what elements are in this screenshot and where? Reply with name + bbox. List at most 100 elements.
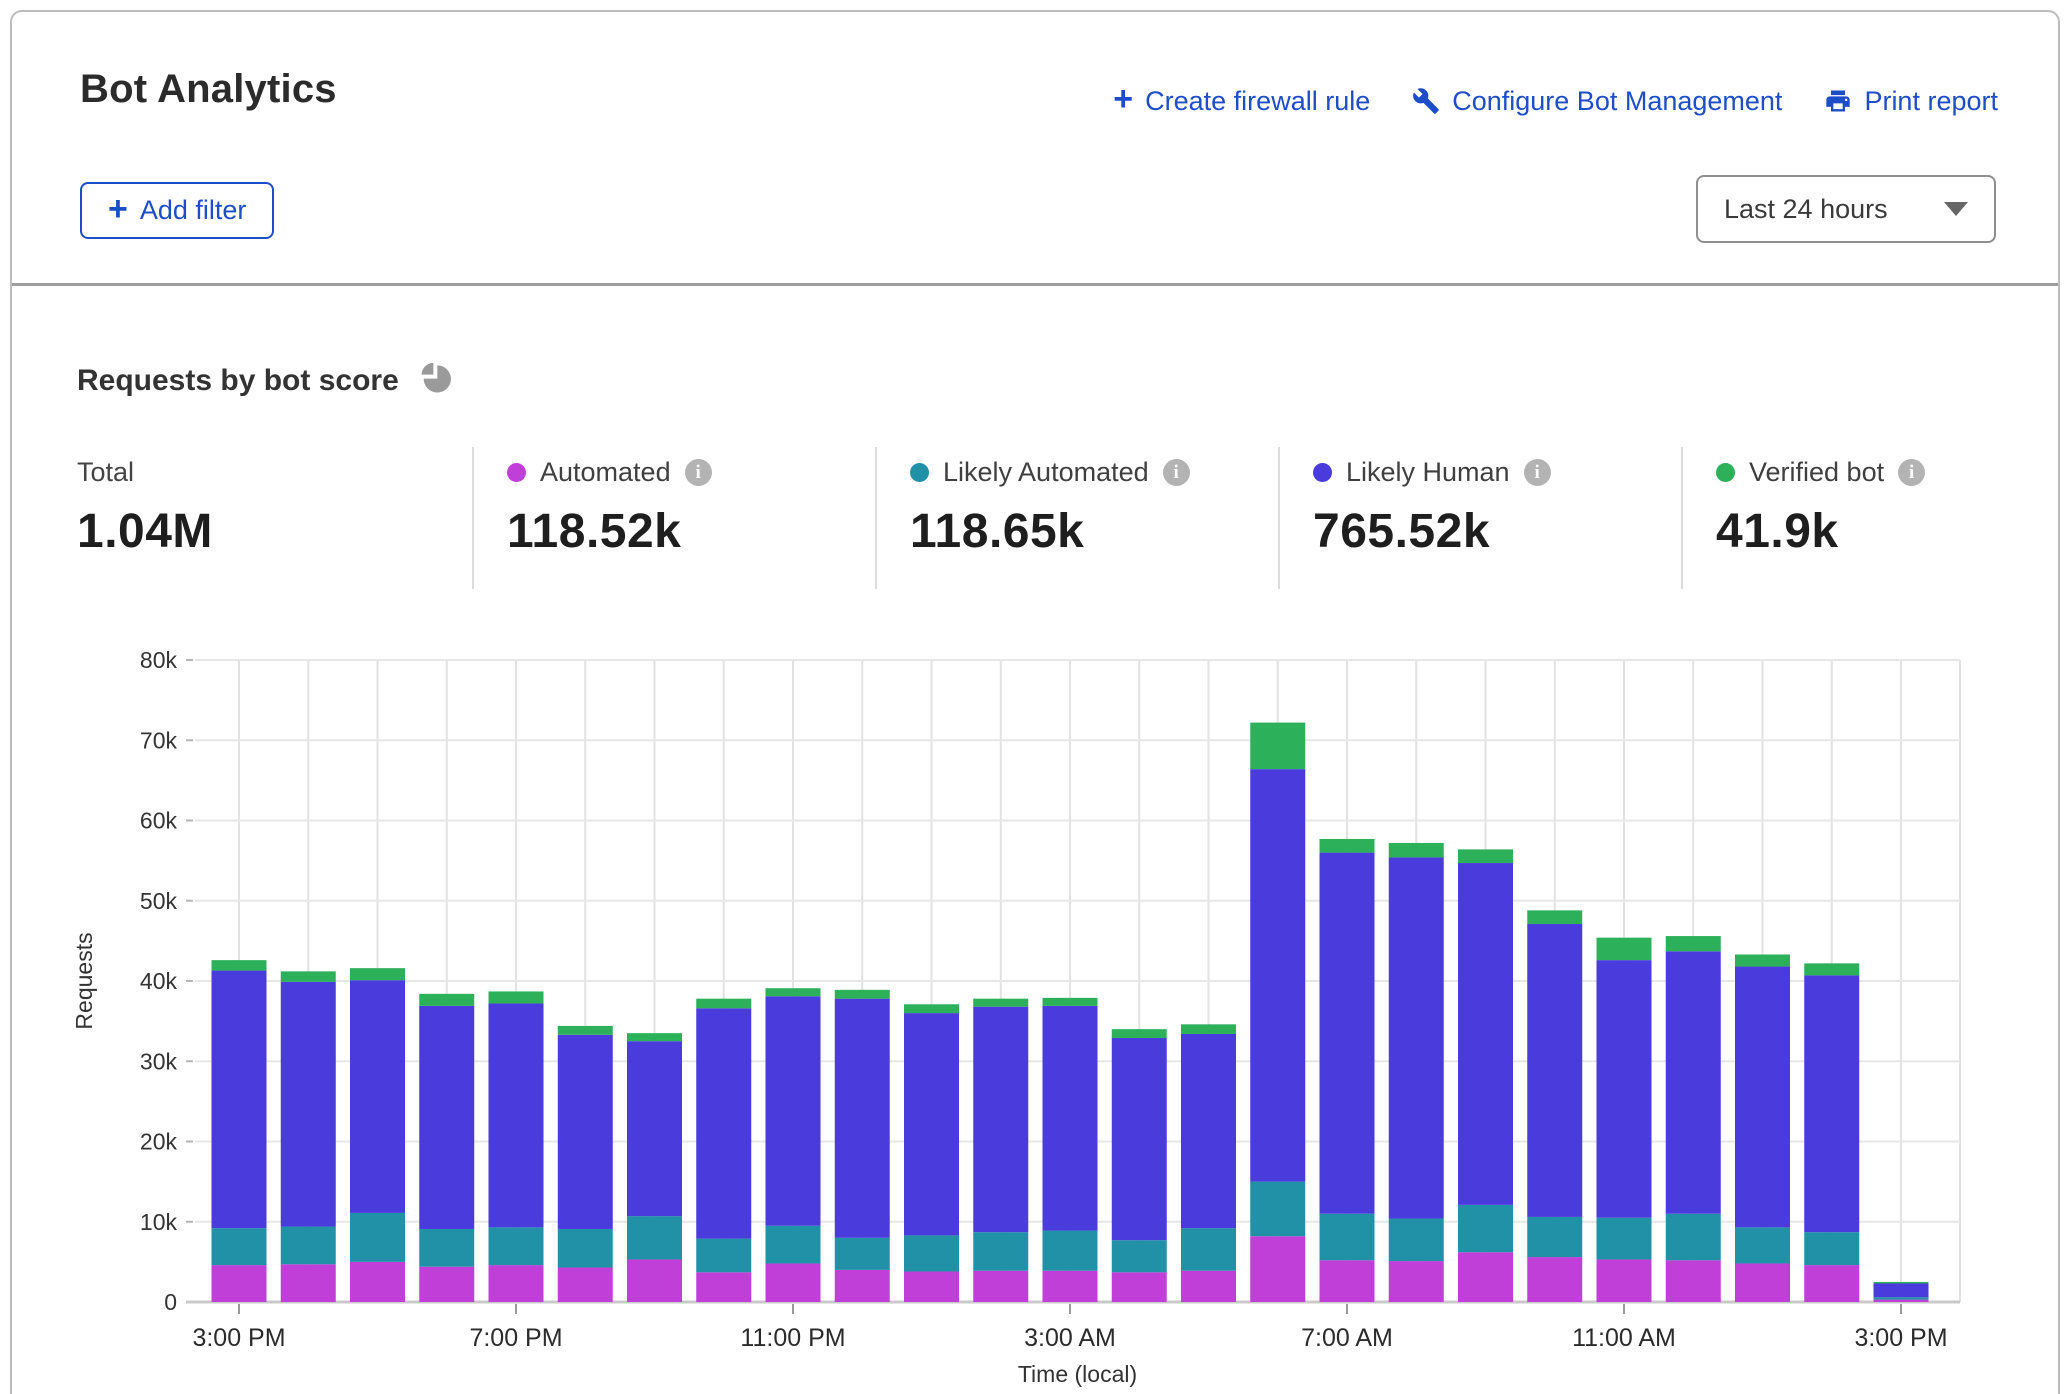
bar-segment-likely-human[interactable]: [1250, 769, 1305, 1181]
bar-segment-likely-human[interactable]: [1181, 1034, 1236, 1228]
bar-segment-likely-automated[interactable]: [904, 1235, 959, 1271]
bar-segment-likely-automated[interactable]: [835, 1238, 890, 1270]
bar-segment-likely-human[interactable]: [1874, 1283, 1929, 1297]
bar-segment-automated[interactable]: [489, 1265, 544, 1302]
bar-segment-verified-bot[interactable]: [627, 1033, 682, 1041]
bar-segment-likely-automated[interactable]: [281, 1227, 336, 1265]
bar-segment-automated[interactable]: [1527, 1257, 1582, 1302]
bar-segment-verified-bot[interactable]: [1597, 938, 1652, 960]
bar-segment-likely-automated[interactable]: [350, 1213, 405, 1262]
bar-segment-automated[interactable]: [973, 1271, 1028, 1302]
bar-segment-verified-bot[interactable]: [1458, 849, 1513, 863]
time-range-dropdown[interactable]: Last 24 hours: [1696, 175, 1996, 243]
bar-segment-likely-human[interactable]: [627, 1041, 682, 1216]
bar-segment-automated[interactable]: [1804, 1265, 1859, 1302]
bar-segment-likely-human[interactable]: [1527, 924, 1582, 1217]
bar-segment-likely-human[interactable]: [1320, 853, 1375, 1214]
bar-segment-likely-automated[interactable]: [1320, 1214, 1375, 1261]
bar-segment-likely-human[interactable]: [350, 980, 405, 1213]
bar-segment-likely-automated[interactable]: [1181, 1228, 1236, 1271]
bar-segment-automated[interactable]: [766, 1263, 821, 1302]
bar-segment-automated[interactable]: [1112, 1272, 1167, 1302]
bar-segment-verified-bot[interactable]: [696, 999, 751, 1009]
info-icon[interactable]: i: [1524, 459, 1551, 486]
bar-segment-likely-human[interactable]: [489, 1003, 544, 1227]
bar-segment-likely-human[interactable]: [1735, 967, 1790, 1228]
bar-segment-likely-human[interactable]: [419, 1006, 474, 1229]
bar-segment-verified-bot[interactable]: [1527, 910, 1582, 924]
bar-segment-verified-bot[interactable]: [904, 1004, 959, 1013]
bar-segment-likely-automated[interactable]: [1043, 1231, 1098, 1271]
bar-segment-likely-automated[interactable]: [1527, 1217, 1582, 1257]
bar-segment-automated[interactable]: [1458, 1252, 1513, 1302]
bar-segment-verified-bot[interactable]: [1804, 963, 1859, 975]
bar-segment-automated[interactable]: [350, 1262, 405, 1302]
bar-segment-likely-automated[interactable]: [1735, 1227, 1790, 1263]
bar-segment-likely-automated[interactable]: [1597, 1218, 1652, 1260]
bar-segment-likely-human[interactable]: [558, 1035, 613, 1229]
bar-segment-likely-automated[interactable]: [1389, 1219, 1444, 1262]
bar-segment-verified-bot[interactable]: [1666, 936, 1721, 951]
bar-segment-verified-bot[interactable]: [1112, 1029, 1167, 1038]
bar-segment-verified-bot[interactable]: [835, 990, 890, 999]
bar-segment-likely-human[interactable]: [766, 996, 821, 1226]
bar-segment-verified-bot[interactable]: [489, 991, 544, 1003]
bar-segment-likely-automated[interactable]: [627, 1216, 682, 1259]
bar-segment-likely-human[interactable]: [1666, 951, 1721, 1213]
bar-segment-likely-human[interactable]: [1804, 975, 1859, 1232]
bar-segment-automated[interactable]: [281, 1264, 336, 1302]
bar-segment-likely-human[interactable]: [1597, 960, 1652, 1218]
bar-segment-automated[interactable]: [1874, 1300, 1929, 1302]
bar-segment-verified-bot[interactable]: [973, 999, 1028, 1007]
bar-segment-verified-bot[interactable]: [350, 968, 405, 980]
bar-segment-automated[interactable]: [1250, 1236, 1305, 1302]
bar-segment-likely-human[interactable]: [835, 999, 890, 1238]
create-firewall-rule-link[interactable]: + Create firewall rule: [1113, 84, 1370, 118]
bar-segment-verified-bot[interactable]: [212, 960, 267, 970]
bar-segment-verified-bot[interactable]: [1250, 723, 1305, 770]
bar-segment-likely-automated[interactable]: [212, 1228, 267, 1265]
bar-segment-likely-human[interactable]: [696, 1008, 751, 1238]
bar-segment-verified-bot[interactable]: [1874, 1282, 1929, 1284]
bar-segment-likely-automated[interactable]: [1666, 1214, 1721, 1261]
bar-segment-automated[interactable]: [1597, 1259, 1652, 1302]
bar-segment-likely-automated[interactable]: [696, 1239, 751, 1273]
bar-segment-automated[interactable]: [1389, 1261, 1444, 1302]
bar-segment-automated[interactable]: [419, 1267, 474, 1302]
bar-segment-likely-automated[interactable]: [1874, 1297, 1929, 1299]
bar-segment-verified-bot[interactable]: [1320, 839, 1375, 853]
info-icon[interactable]: i: [1163, 459, 1190, 486]
bar-segment-automated[interactable]: [1181, 1271, 1236, 1302]
add-filter-button[interactable]: + Add filter: [80, 182, 274, 239]
bar-segment-verified-bot[interactable]: [419, 994, 474, 1006]
bar-segment-automated[interactable]: [1043, 1271, 1098, 1302]
bar-segment-likely-automated[interactable]: [766, 1226, 821, 1264]
bar-segment-verified-bot[interactable]: [1043, 998, 1098, 1006]
bar-segment-automated[interactable]: [1666, 1260, 1721, 1302]
bar-segment-automated[interactable]: [627, 1259, 682, 1302]
info-icon[interactable]: i: [1898, 459, 1925, 486]
chart-canvas[interactable]: 010k20k30k40k50k60k70k80k3:00 PM7:00 PM1…: [0, 600, 2070, 1394]
bar-segment-automated[interactable]: [904, 1272, 959, 1302]
bar-segment-likely-automated[interactable]: [973, 1232, 1028, 1271]
bar-segment-likely-automated[interactable]: [1112, 1240, 1167, 1272]
requests-by-bot-score-chart[interactable]: 010k20k30k40k50k60k70k80k3:00 PM7:00 PM1…: [0, 600, 2070, 1394]
bar-segment-automated[interactable]: [558, 1267, 613, 1302]
bar-segment-verified-bot[interactable]: [1389, 843, 1444, 857]
bar-segment-likely-human[interactable]: [281, 982, 336, 1227]
bar-segment-verified-bot[interactable]: [766, 988, 821, 996]
bar-segment-verified-bot[interactable]: [558, 1026, 613, 1035]
bar-segment-likely-human[interactable]: [1458, 863, 1513, 1205]
bar-segment-verified-bot[interactable]: [1181, 1024, 1236, 1034]
bar-segment-likely-human[interactable]: [973, 1007, 1028, 1233]
configure-bot-management-link[interactable]: Configure Bot Management: [1412, 86, 1782, 117]
bar-segment-likely-human[interactable]: [1112, 1038, 1167, 1240]
bar-segment-likely-automated[interactable]: [1804, 1232, 1859, 1265]
bar-segment-likely-automated[interactable]: [558, 1229, 613, 1268]
bar-segment-verified-bot[interactable]: [281, 971, 336, 981]
bar-segment-automated[interactable]: [212, 1265, 267, 1302]
bar-segment-automated[interactable]: [696, 1272, 751, 1302]
bar-segment-likely-automated[interactable]: [419, 1229, 474, 1267]
bar-segment-likely-automated[interactable]: [1250, 1182, 1305, 1237]
bar-segment-likely-human[interactable]: [904, 1013, 959, 1235]
